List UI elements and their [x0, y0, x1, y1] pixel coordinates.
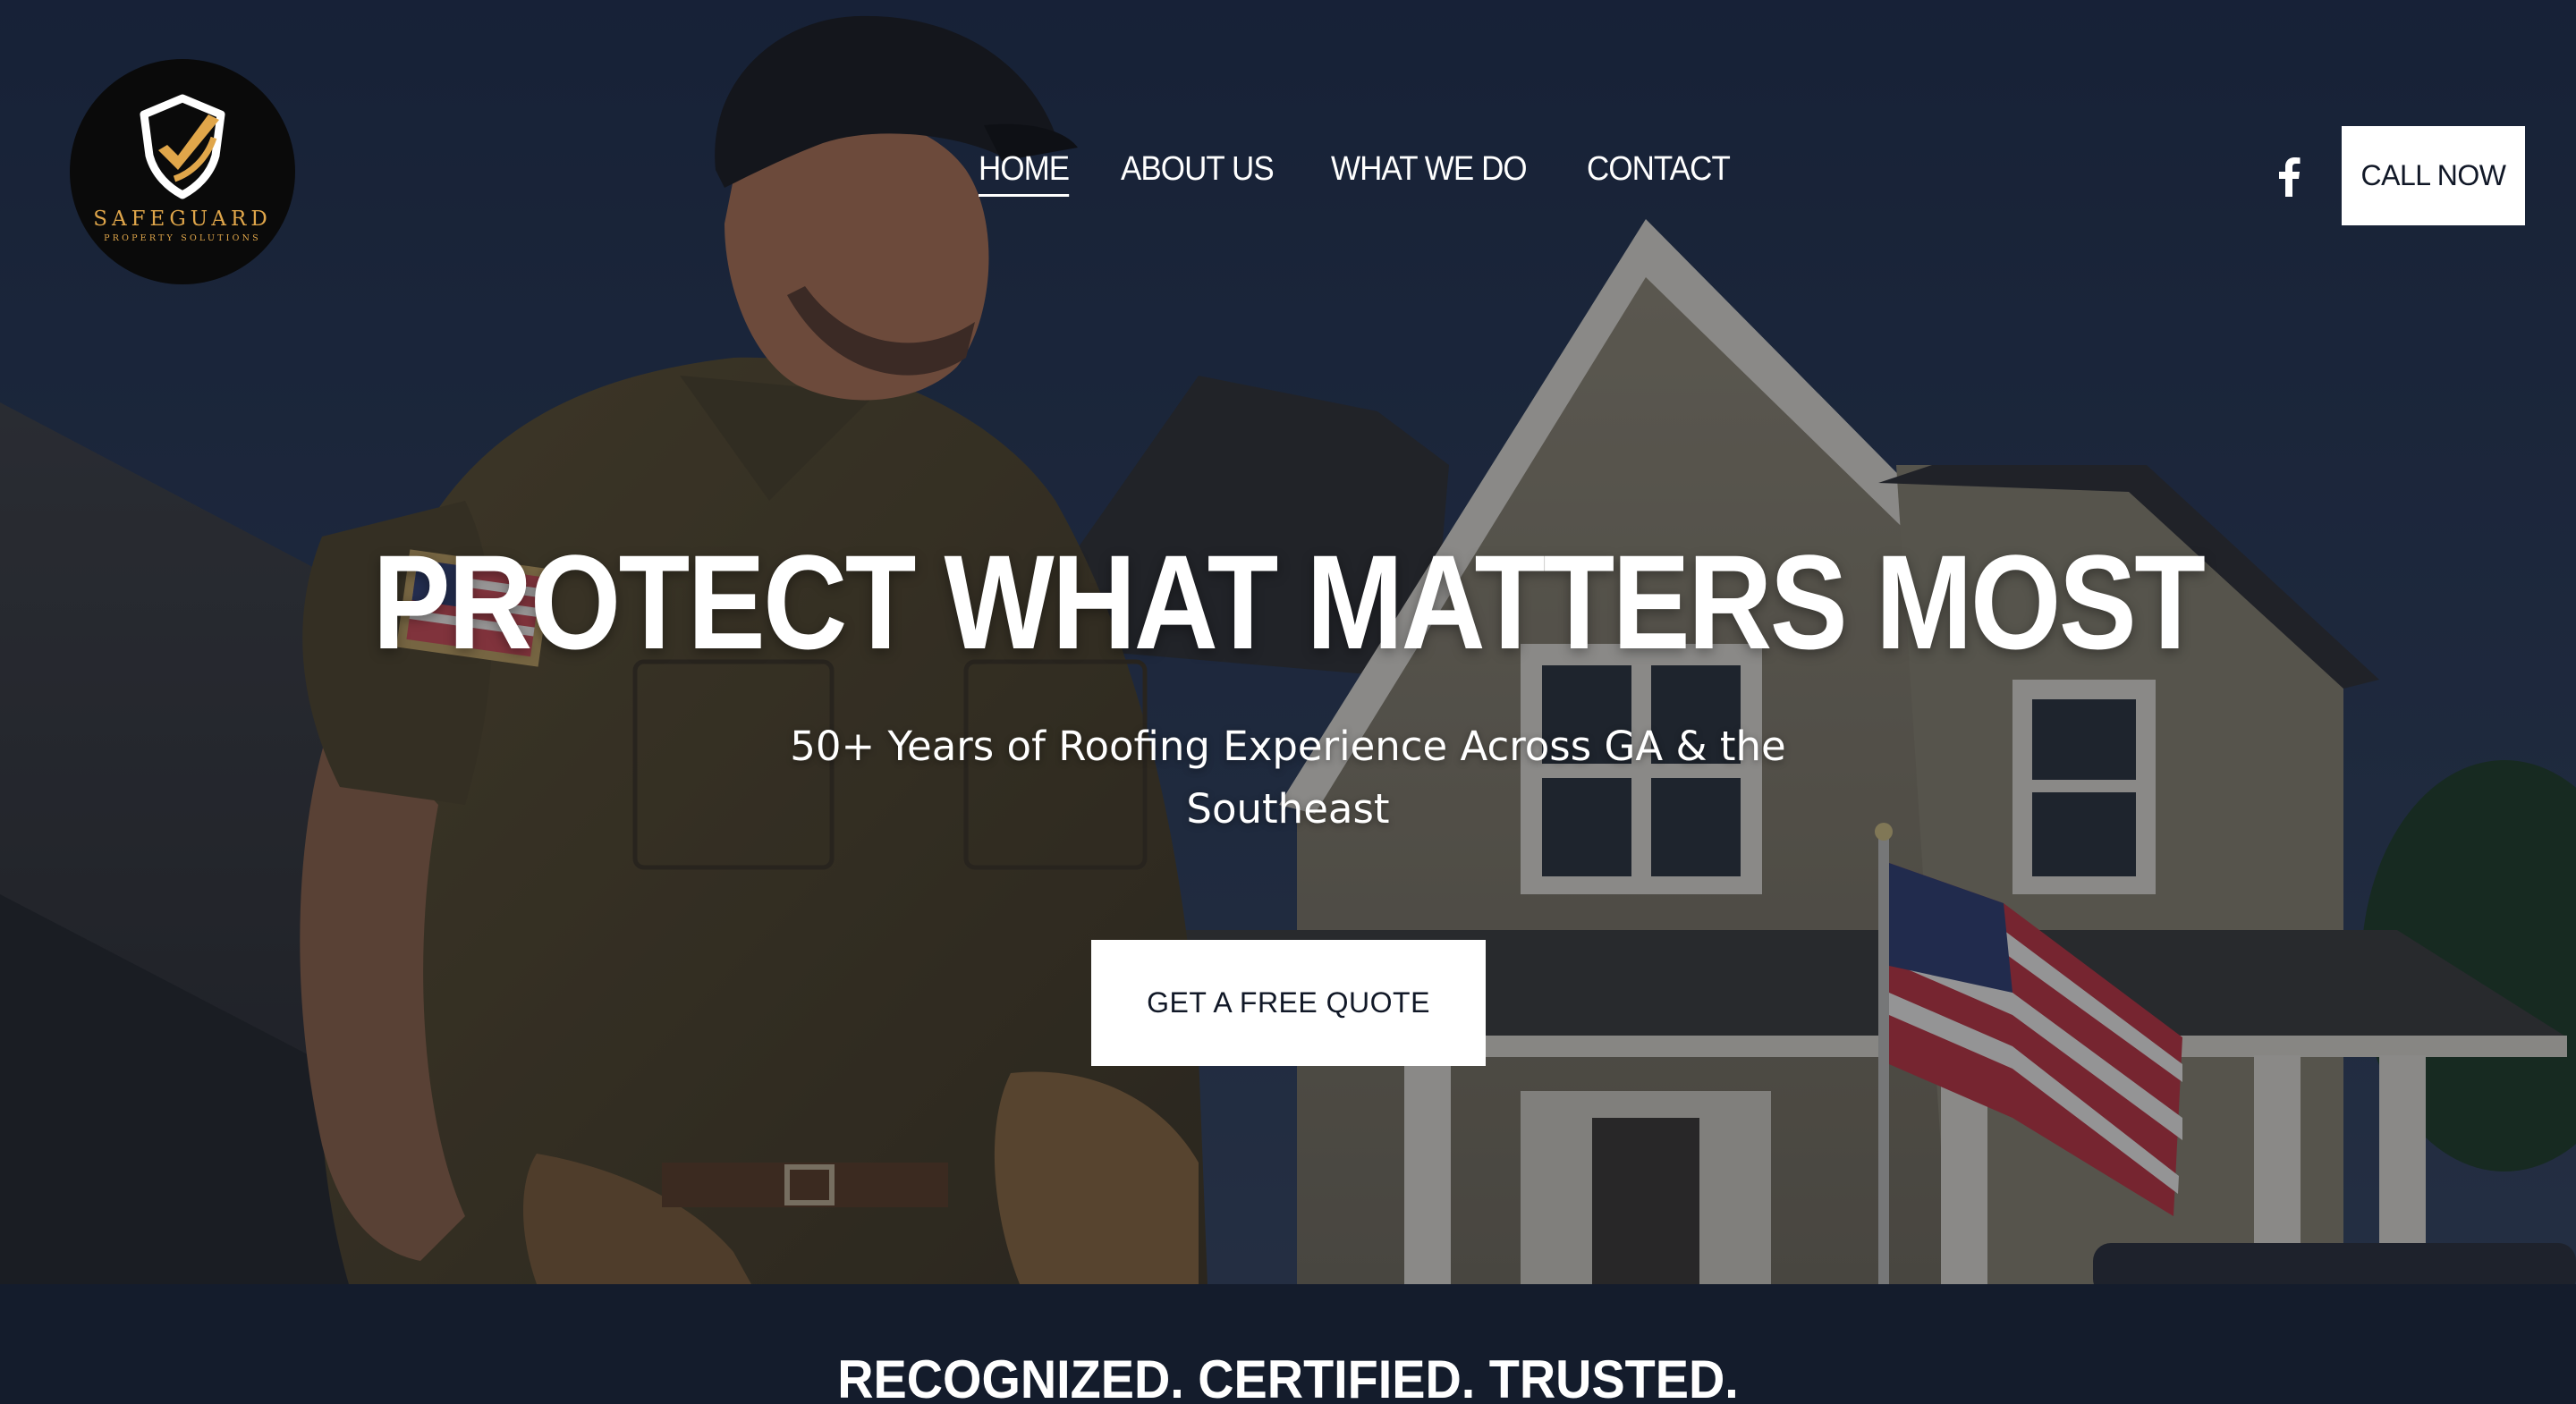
brand-name: SAFEGUARD: [93, 207, 272, 231]
trust-band: RECOGNIZED. CERTIFIED. TRUSTED.: [0, 1284, 2576, 1404]
hero-title: PROTECT WHAT MATTERS MOST: [372, 527, 2206, 677]
nav-item-home[interactable]: HOME: [979, 150, 1070, 197]
nav-item-what-we-do[interactable]: WHAT WE DO: [1331, 150, 1528, 197]
nav-item-about-us[interactable]: ABOUT US: [1121, 150, 1275, 197]
trust-band-title: RECOGNIZED. CERTIFIED. TRUSTED.: [837, 1349, 1739, 1404]
hero-subtitle: 50+ Years of Roofing Experience Across G…: [790, 723, 1786, 833]
shield-icon: [140, 94, 225, 199]
get-free-quote-button[interactable]: GET A FREE QUOTE: [1091, 940, 1486, 1066]
facebook-icon[interactable]: [2275, 157, 2302, 197]
hero-section: SAFEGUARD PROPERTY SOLUTIONS HOME ABOUT …: [0, 0, 2576, 1284]
nav-item-contact[interactable]: CONTACT: [1587, 150, 1731, 197]
main-nav: HOME ABOUT US WHAT WE DO CONTACT: [979, 150, 1742, 197]
brand-tagline: PROPERTY SOLUTIONS: [104, 233, 261, 243]
call-now-button[interactable]: CALL NOW: [2342, 126, 2525, 225]
brand-logo[interactable]: SAFEGUARD PROPERTY SOLUTIONS: [70, 59, 295, 284]
